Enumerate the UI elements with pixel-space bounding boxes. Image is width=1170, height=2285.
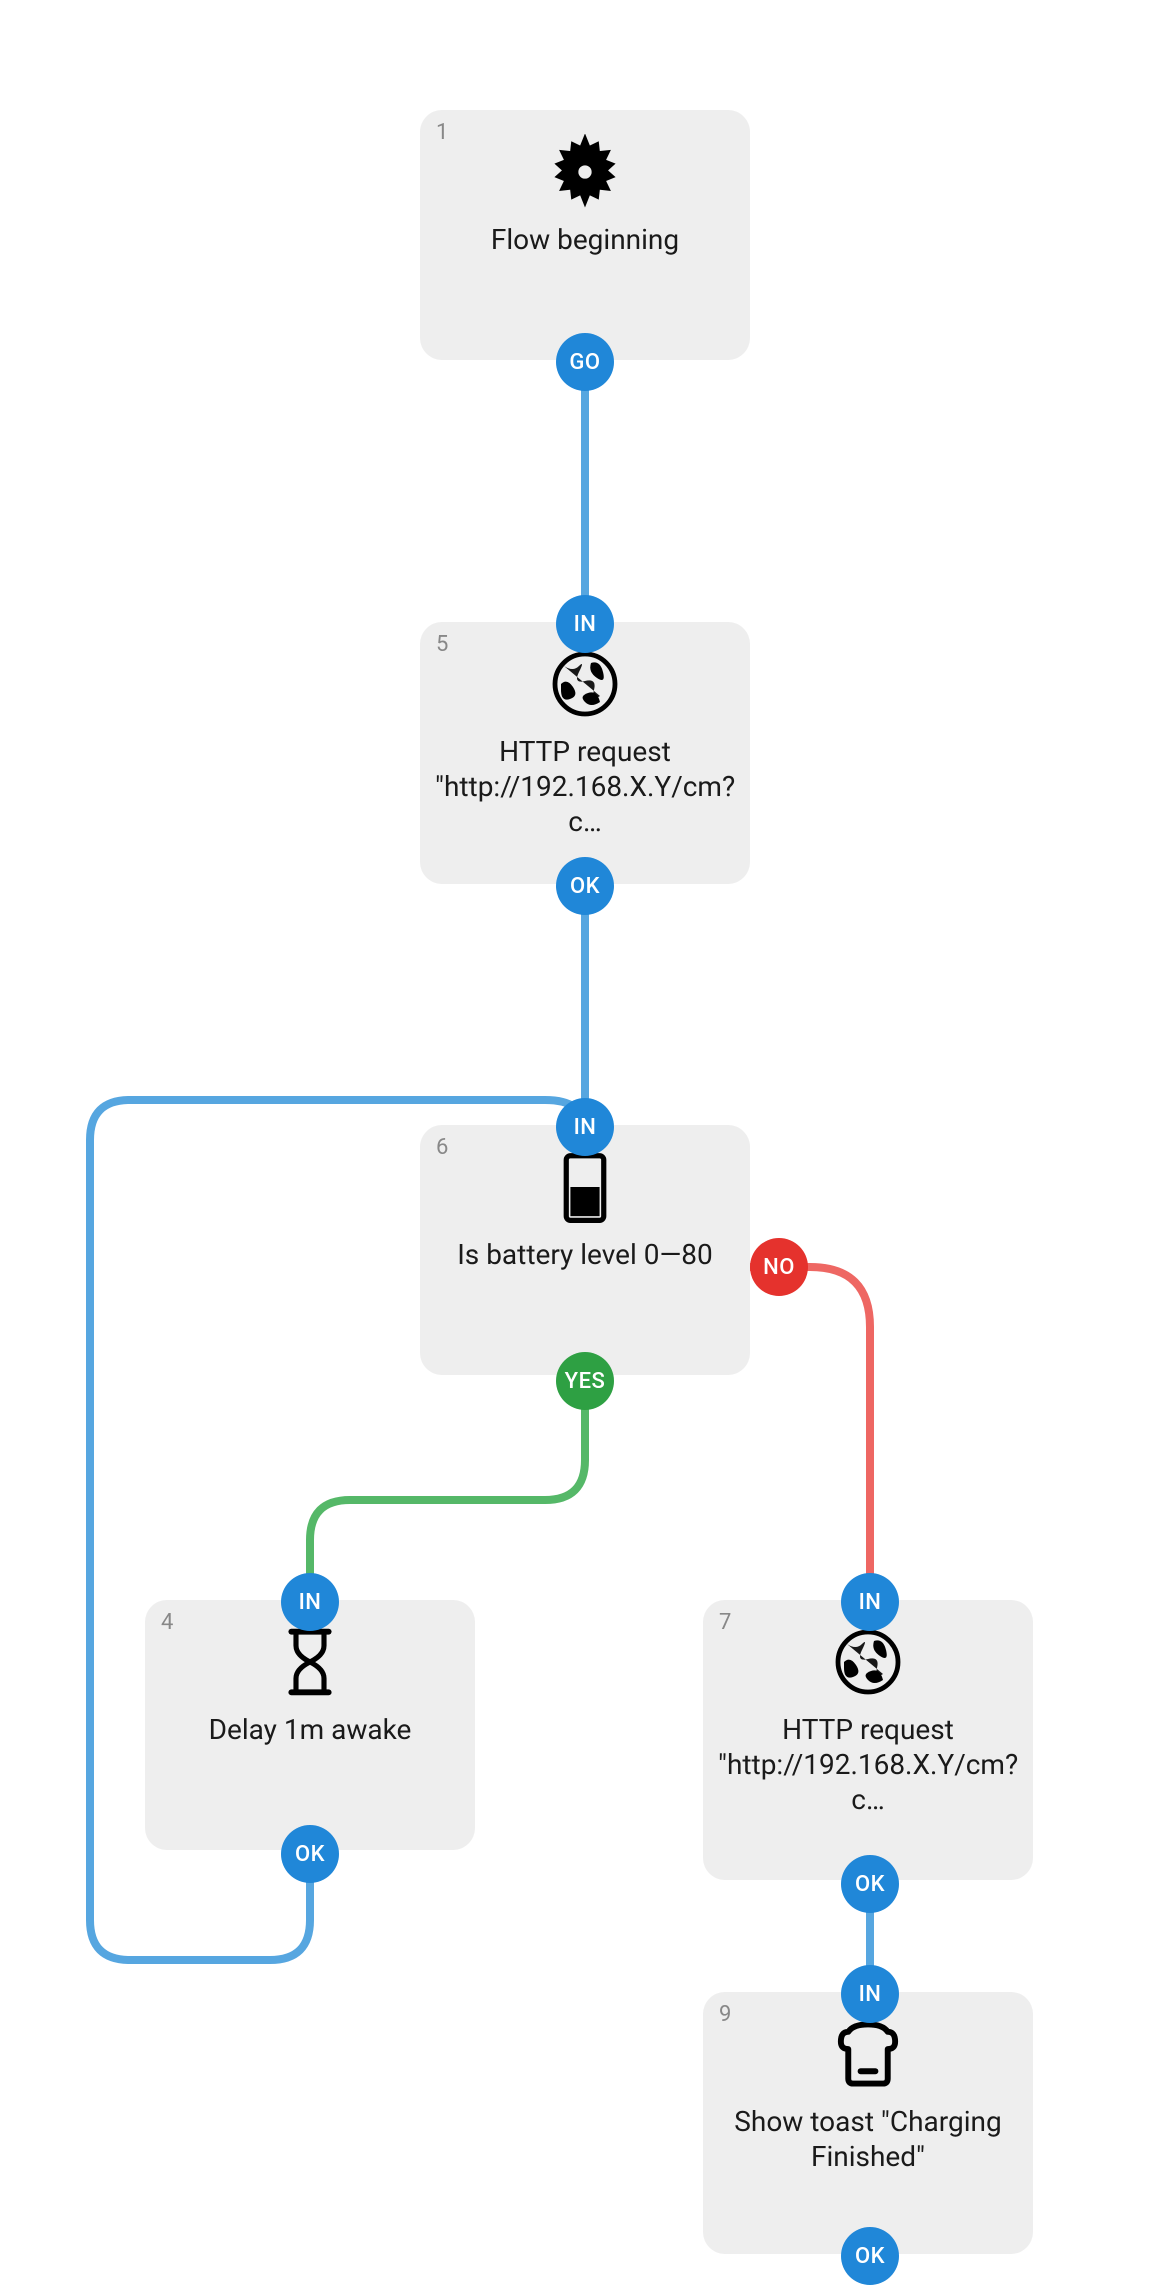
- node-label: HTTP request "http://192.168.X.Y/cm?c…: [718, 1712, 1018, 1817]
- badge-go[interactable]: GO: [556, 333, 614, 391]
- battery-icon: [560, 1151, 610, 1223]
- node-battery-check[interactable]: 6 Is battery level 0—80: [420, 1125, 750, 1375]
- badge-in[interactable]: IN: [556, 1098, 614, 1156]
- node-label: Show toast "Charging Finished": [721, 2104, 1015, 2174]
- node-flow-beginning[interactable]: 1 Flow beginning: [420, 110, 750, 360]
- globe-icon: [549, 648, 621, 720]
- badge-ok[interactable]: OK: [841, 1855, 899, 1913]
- badge-no[interactable]: NO: [750, 1238, 808, 1296]
- node-label: Delay 1m awake: [209, 1712, 412, 1747]
- node-id: 6: [436, 1135, 448, 1160]
- globe-icon: [832, 1626, 904, 1698]
- node-id: 1: [436, 120, 448, 145]
- node-delay[interactable]: 4 Delay 1m awake: [145, 1600, 475, 1850]
- node-id: 7: [719, 1610, 731, 1635]
- badge-ok[interactable]: OK: [556, 857, 614, 915]
- node-label: HTTP request "http://192.168.X.Y/cm?c…: [435, 734, 735, 839]
- node-http-request-off[interactable]: 7 HTTP request "http://192.168.X.Y/cm?c…: [703, 1600, 1033, 1880]
- badge-yes[interactable]: YES: [556, 1352, 614, 1410]
- badge-ok[interactable]: OK: [841, 2227, 899, 2285]
- badge-in[interactable]: IN: [841, 1965, 899, 2023]
- flow-canvas[interactable]: 1 Flow beginning 5 HTTP request "http://: [0, 0, 1170, 2275]
- hourglass-icon: [282, 1626, 338, 1698]
- node-label: Is battery level 0—80: [457, 1237, 713, 1272]
- gear-icon: [547, 136, 623, 208]
- badge-in[interactable]: IN: [556, 595, 614, 653]
- node-http-request-on[interactable]: 5 HTTP request "http://192.168.X.Y/cm?c…: [420, 622, 750, 884]
- badge-ok[interactable]: OK: [281, 1825, 339, 1883]
- badge-in[interactable]: IN: [841, 1573, 899, 1631]
- node-id: 9: [719, 2002, 731, 2027]
- node-show-toast[interactable]: 9 Show toast "Charging Finished": [703, 1992, 1033, 2254]
- node-id: 4: [161, 1610, 173, 1635]
- node-id: 5: [436, 632, 448, 657]
- toast-icon: [833, 2018, 903, 2090]
- badge-in[interactable]: IN: [281, 1573, 339, 1631]
- node-label: Flow beginning: [491, 222, 679, 257]
